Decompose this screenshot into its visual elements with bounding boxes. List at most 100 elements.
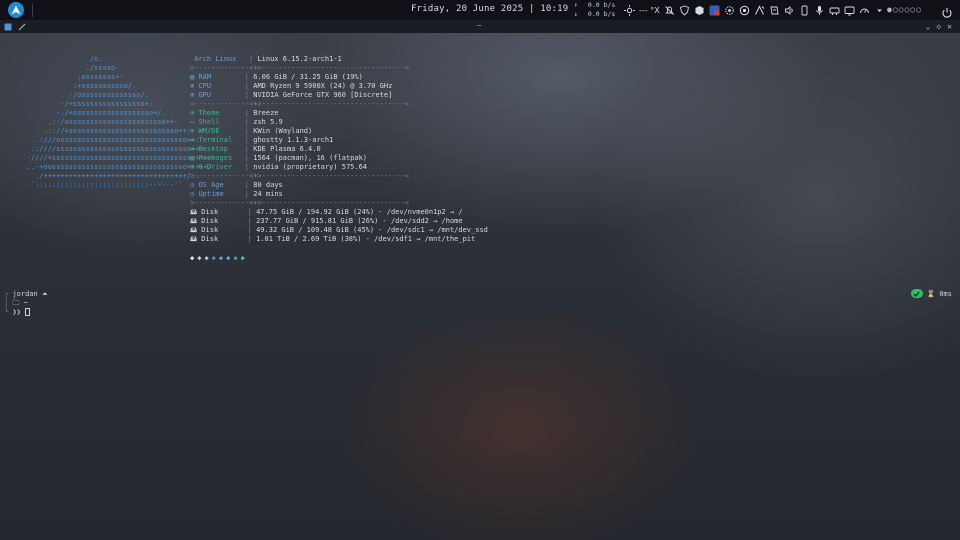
microphone-icon[interactable] [814,5,825,16]
system-tray: --- °X [624,3,885,17]
fetch-separator: | [219,109,254,117]
fetch-row-icon: ▤ [190,154,195,162]
fetch-separator: | [211,82,254,90]
settings-gear-icon[interactable] [724,5,735,16]
upload-speed: 0.0 b/s [587,1,616,9]
terminal-title: ~ [477,21,482,30]
power-profile-icon[interactable] [859,5,870,16]
fetch-separator: | [218,217,257,225]
fetch-label: Terminal [198,136,233,144]
palette-dot: ◆ [190,254,195,262]
fetch-row-icon: ⊕ [190,163,195,171]
fetch-separator: | [232,163,254,171]
logo-line: .:///ossssssssssssssssssssssssssssso++: [14,136,200,144]
prompt-status: ⌛ 0ms [910,289,952,298]
arch-prompt-icon: ⏶ [41,290,48,298]
notifications-off-icon[interactable] [664,5,675,16]
fetch-label: RAM [198,73,212,81]
network-speed[interactable]: ↑ 0.0 b/s ↓ 0.0 b/s [574,1,615,19]
phone-connect-icon[interactable] [799,5,810,16]
fetch-label: Disk [201,235,219,243]
fetch-separator: | [236,55,258,63]
arch-ascii-logo: /o. ./sssso- :osssssss+- :+sssssssssso/.… [14,55,216,190]
clock[interactable]: Friday, 20 June 2025 | 10:19 [411,4,568,14]
fetch-value: KWin (Wayland) [253,127,313,135]
fetch-row: ▤ RAM | 6.06 GiB / 31.25 GiB (19%) [190,73,488,82]
palette-dot: ◆ [240,254,245,262]
fetch-row: 🖴 Disk | 237.77 GiB / 915.81 GiB (26%) -… [190,217,488,226]
virtual-desktop-pager[interactable]: ●○○○○○ [887,5,922,14]
fetch-separator: | [218,235,257,243]
app-launcher-button[interactable] [8,2,24,18]
shield-icon[interactable] [679,5,690,16]
close-icon[interactable]: ✕ [947,22,952,31]
chevron-down-icon[interactable]: ⌄ [926,22,931,31]
logo-line: :osssssss+- [14,73,124,81]
color-palette-dots: ◆ ◆ ◆ ◆ ◆ ◆ ◆ ◆ [190,254,245,262]
prompt-user: jordan [12,290,38,298]
fetch-label: Uptime [198,190,224,198]
terminal-app-icon[interactable] [4,23,12,31]
fetch-value: NVIDIA GeForce GTX 960 [Discrete] [253,91,393,99]
logo-line: -/ossssssssssssso/. [14,91,149,99]
brightness-icon[interactable] [624,4,635,16]
prompt-dir: ~ [23,299,28,307]
logo-line: /o. [14,55,103,63]
fetch-value: ghostty 1.1.3-arch1 [253,136,334,144]
fetch-row-icon: ▤ [190,73,195,81]
fastfetch-info: Arch Linux | Linux 6.15.2-arch1-1 >------… [190,55,488,244]
fetch-separator: | [211,91,254,99]
fetch-row-icon: ◷ [190,190,195,198]
tray-expand-chevron-icon[interactable] [874,5,885,16]
fetch-value: 80 days [253,181,283,189]
download-speed: 0.0 b/s [587,10,616,18]
fetch-label: Packages [198,154,233,162]
fetch-value: zsh 5.9 [253,118,283,126]
palette-dot: ◆ [211,254,216,262]
panel-separator [32,3,33,17]
fetch-separator: | [232,154,254,162]
volume-icon[interactable] [784,5,795,16]
fetch-separator: | [223,190,254,198]
fetch-row-icon: ▭ [190,145,195,153]
shell-prompt[interactable]: ╭ jordan ⏶ │ 🗀 ~ ╰ ❯❯ [4,290,48,317]
palette-dot: ◆ [218,254,224,262]
fetch-label: Disk [201,217,219,225]
fetch-value: Breeze [253,109,279,117]
palette-dot: ◆ [204,254,209,262]
fetch-divider: >-------------<+>-----------------------… [190,199,410,207]
display-icon[interactable] [844,5,855,16]
folder-icon: 🗀 [12,299,20,307]
fetch-row-icon: ▭ [190,136,195,144]
fetch-row-icon: 🖴 [190,217,198,225]
package-icon[interactable] [694,5,705,16]
status-circle-icon[interactable] [739,5,750,16]
fetch-row: ▤ Packages | 1564 (pacman), 16 (flatpak) [190,154,488,163]
fetch-row-icon: 🖴 [190,235,198,243]
fetch-value: 24 mins [253,190,283,198]
app-indicator-icon[interactable] [709,5,720,16]
network-icon[interactable] [829,5,840,16]
fetch-row-icon: ⊕ [190,82,195,90]
fetch-row-icon: 🖴 [190,208,198,216]
clipboard-icon[interactable] [769,5,780,16]
temperature-readout[interactable]: --- °X [639,6,660,15]
logo-line: .:://+ssssssssssssssssssssssssso++: [14,127,192,135]
fetch-label: OS Age [198,181,224,189]
maximize-icon[interactable]: ◇ [936,22,941,31]
fetch-separator: | [232,136,254,144]
fetch-divider: >-------------<+>-----------------------… [190,172,410,180]
pin-icon[interactable] [18,23,26,31]
fetch-row-icon: ⊕ [190,127,195,135]
fetch-row-icon: ⊕ [190,91,195,99]
fetch-value: AMD Ryzen 9 5900X (24) @ 3.70 GHz [253,82,393,90]
hourglass-icon: ⌛ [926,289,936,298]
fetch-value: nvidia (proprietary) 575.64 [253,163,368,171]
fetch-label: Shell [198,118,220,126]
fetch-value: 6.06 GiB / 31.25 GiB (19%) [253,73,363,81]
fetch-row: ⊕ GPU | NVIDIA GeForce GTX 960 [Discrete… [190,91,488,100]
logo-line: ./++++++++++++++++++++++++++++++++++/:. [14,172,200,180]
update-icon[interactable] [754,4,765,16]
fetch-header: Arch Linux | Linux 6.15.2-arch1-1 [190,55,488,64]
fetch-row: ◷ OS Age | 80 days [190,181,488,190]
